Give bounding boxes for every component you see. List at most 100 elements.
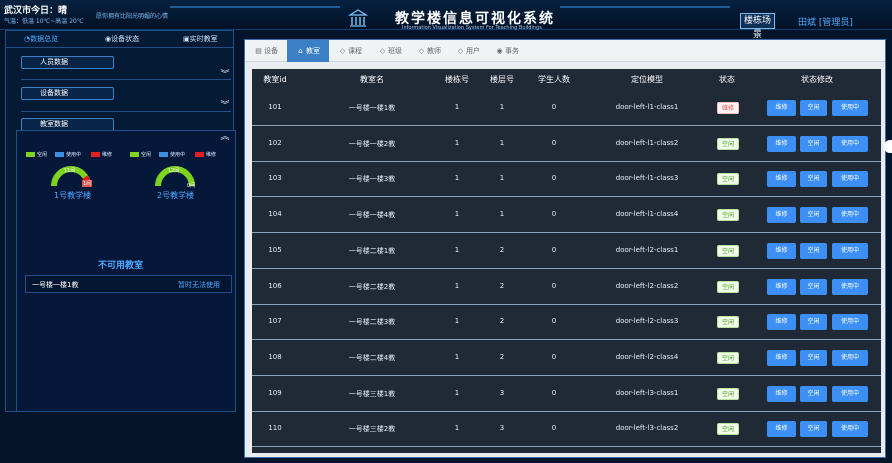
cell-id: 101 (268, 103, 282, 111)
table-row: 107 一号楼二楼3教 1 2 0 door-left-l2-class3 空闲 维修 空闲 使用… (252, 305, 881, 341)
set-free-button[interactable]: 空闲 (800, 349, 827, 366)
set-repair-button[interactable]: 维修 (767, 421, 796, 438)
section-divider (21, 111, 231, 112)
tab-device-status[interactable]: ◉设备状态 (105, 31, 139, 47)
cell-building: 1 (454, 317, 460, 326)
building1-repair-count: 1间 (82, 180, 93, 187)
header-deco-line (560, 6, 730, 8)
set-busy-button[interactable]: 使用中 (832, 314, 868, 331)
set-free-button[interactable]: 空闲 (800, 314, 827, 331)
set-repair-button[interactable]: 维修 (767, 349, 796, 366)
tab-user[interactable]: ◇ 用户 (447, 40, 487, 62)
table-row: 104 一号楼一楼4教 1 1 0 door-left-l1-class4 空闲 维修 空闲 使用… (252, 198, 881, 234)
cell-id: 104 (268, 210, 282, 219)
legend-free: 空闲 (130, 152, 151, 158)
set-free-button[interactable]: 空闲 (800, 135, 827, 152)
chevron-down-icon[interactable]: ︾ (220, 101, 230, 111)
user-menu[interactable]: 田斌 [管理员] (798, 15, 853, 28)
cell-model: door-left-l2-class1 (615, 245, 679, 254)
legend-busy: 使用中 (159, 152, 185, 158)
status-badge: 维修 (717, 102, 740, 114)
tab-classroom[interactable]: ⌂ 教室 (287, 40, 329, 62)
cell-floor: 1 (499, 103, 505, 111)
cell-students: 0 (551, 424, 557, 433)
tab-live-classroom[interactable]: ▣实时教室 (183, 31, 218, 47)
tab-device[interactable]: ▤ 设备 (245, 40, 287, 62)
section-device-data[interactable]: 设备数据 (21, 87, 114, 100)
cell-students: 0 (551, 388, 557, 397)
set-busy-button[interactable]: 使用中 (832, 349, 868, 366)
set-busy-button[interactable]: 使用中 (832, 242, 868, 259)
set-free-button[interactable]: 空闲 (800, 421, 827, 438)
building2-label: 2号教学楼 (157, 191, 195, 200)
tab-data-overview[interactable]: ◔数据总览 (24, 31, 58, 47)
col-header-name: 教室名 (360, 75, 384, 84)
set-repair-button[interactable]: 维修 (767, 100, 796, 116)
cell-building: 1 (454, 210, 460, 219)
set-busy-button[interactable]: 使用中 (832, 207, 868, 224)
col-header-building: 楼栋号 (445, 75, 469, 84)
set-busy-button[interactable]: 使用中 (832, 135, 868, 152)
classroom-table: 教室id 教室名 楼栋号 楼层号 学生人数 定位模型 状态 状态修改 101 一号… (252, 69, 881, 453)
cell-name: 一号楼二楼2教 (348, 282, 396, 291)
set-repair-button[interactable]: 维修 (767, 135, 796, 152)
header-deco-line (170, 6, 340, 8)
unavailable-classrooms-title: 不可用教室 (97, 261, 143, 271)
legend-swatch (159, 152, 168, 157)
cell-students: 0 (551, 138, 557, 147)
cell-building: 1 (454, 281, 460, 290)
cell-floor: 1 (499, 210, 505, 219)
set-free-button[interactable]: 空闲 (800, 100, 827, 116)
cell-model: door-left-l3-class1 (615, 388, 679, 397)
cube-icon: ◇ (379, 47, 386, 55)
cell-model: door-left-l2-class3 (615, 317, 679, 326)
cell-id: 110 (268, 424, 282, 433)
status-badge: 空闲 (717, 280, 740, 293)
set-repair-button[interactable]: 维修 (767, 207, 796, 224)
tab-teacher[interactable]: ◇ 教师 (408, 40, 448, 62)
cell-name: 一号楼三楼1教 (348, 389, 396, 398)
chevron-up-icon[interactable]: ︽ (220, 132, 230, 142)
section-people-data[interactable]: 人员数据 (21, 56, 114, 69)
cell-floor: 3 (499, 388, 505, 397)
status-badge: 空闲 (717, 244, 740, 257)
table-row: 102 一号楼一楼2教 1 1 0 door-left-l1-class2 空闲 维修 空闲 使用… (252, 127, 881, 162)
set-busy-button[interactable]: 使用中 (832, 385, 868, 402)
tab-affairs[interactable]: ◉ 事务 (486, 40, 526, 62)
set-repair-button[interactable]: 维修 (767, 385, 796, 402)
set-free-button[interactable]: 空闲 (800, 385, 827, 402)
cell-model: door-left-l1-class4 (615, 210, 679, 219)
set-free-button[interactable]: 空闲 (800, 242, 827, 259)
tab-class[interactable]: ◇ 班级 (369, 40, 409, 62)
set-free-button[interactable]: 空闲 (800, 207, 827, 224)
set-busy-button[interactable]: 使用中 (832, 421, 868, 438)
temperature-text: 气温：低温 10℃~高温 20℃ (4, 18, 84, 25)
cell-students: 0 (551, 103, 557, 111)
set-free-button[interactable]: 空闲 (800, 171, 827, 188)
set-busy-button[interactable]: 使用中 (832, 278, 868, 295)
set-repair-button[interactable]: 维修 (767, 314, 796, 331)
set-free-button[interactable]: 空闲 (800, 278, 827, 295)
unavailable-classroom-row: 一号楼一楼1教 暂时无法使用 (25, 275, 232, 293)
scroll-handle[interactable] (884, 140, 892, 153)
set-repair-button[interactable]: 维修 (767, 278, 796, 295)
set-repair-button[interactable]: 维修 (767, 171, 796, 188)
section-divider (21, 79, 231, 80)
cell-id: 109 (268, 388, 282, 397)
set-busy-button[interactable]: 使用中 (832, 171, 868, 188)
status-badge: 空闲 (717, 387, 740, 400)
building-scene-button[interactable]: 楼栋场景 (740, 13, 775, 40)
set-busy-button[interactable]: 使用中 (832, 100, 868, 116)
col-header-students: 学生人数 (538, 75, 570, 84)
cell-floor: 2 (499, 352, 505, 361)
set-repair-button[interactable]: 维修 (767, 242, 796, 259)
cell-students: 0 (551, 245, 557, 254)
cell-students: 0 (551, 352, 557, 361)
cell-floor: 1 (499, 138, 505, 147)
left-tab-bar: ◔数据总览 ◉设备状态 ▣实时教室 (6, 31, 233, 48)
chevron-down-icon[interactable]: ︾ (220, 70, 230, 80)
cell-name: 一号楼三楼2教 (348, 425, 396, 434)
building2-busy-count: 0间 (187, 183, 196, 189)
tab-course[interactable]: ◇ 课程 (329, 40, 369, 62)
cell-id: 102 (268, 138, 282, 147)
